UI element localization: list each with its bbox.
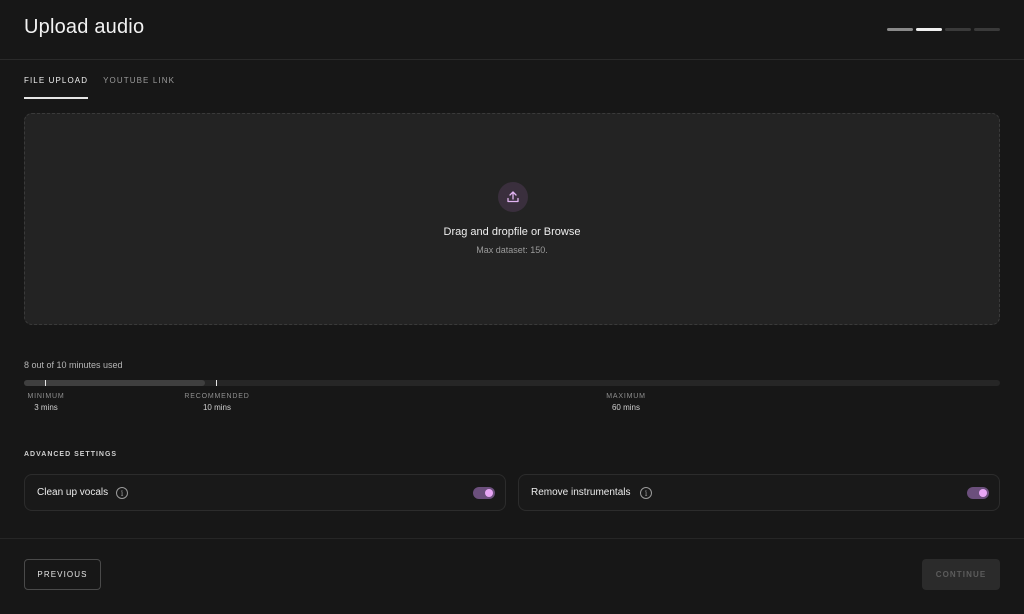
recommended-label: RECOMMENDED (184, 393, 250, 400)
info-icon[interactable]: i (640, 487, 652, 499)
maximum-marker: MAXIMUM 60 mins (586, 393, 666, 412)
header: Upload audio (0, 0, 1024, 60)
step-indicator-2 (916, 28, 942, 31)
footer: PREVIOUS CONTINUE (0, 538, 1024, 614)
file-dropzone[interactable]: Drag and dropfile or Browse Max dataset:… (24, 113, 1000, 325)
recommended-value: 10 mins (202, 403, 231, 412)
step-indicator-4 (974, 28, 1000, 31)
usage-summary: 8 out of 10 minutes used (24, 360, 123, 370)
page-title: Upload audio (24, 16, 145, 38)
setting-label: Clean up vocals (37, 487, 109, 498)
step-progress (887, 28, 1000, 31)
upload-tabs: FILE UPLOAD YOUTUBE LINK (24, 76, 175, 99)
setting-label: Remove instrumentals (531, 487, 631, 498)
minimum-value: 3 mins (34, 403, 58, 412)
step-indicator-3 (945, 28, 971, 31)
minimum-marker: MINIMUM 3 mins (6, 393, 86, 412)
info-icon[interactable]: i (116, 487, 128, 499)
minimum-tick (45, 380, 46, 386)
step-indicator-1 (887, 28, 913, 31)
setting-clean-up-vocals: Clean up vocals i (24, 474, 506, 511)
setting-remove-instrumentals: Remove instrumentals i (518, 474, 1000, 511)
maximum-value: 60 mins (611, 403, 640, 412)
toggle-knob (485, 489, 493, 497)
maximum-label: MAXIMUM (606, 393, 646, 400)
dropzone-subtitle: Max dataset: 150. (476, 245, 548, 255)
dropzone-title: Drag and dropfile or Browse (443, 226, 581, 238)
previous-button[interactable]: PREVIOUS (24, 559, 101, 590)
tab-file-upload[interactable]: FILE UPLOAD (24, 76, 89, 99)
recommended-tick (216, 380, 217, 386)
upload-button[interactable] (498, 182, 528, 212)
advanced-settings-heading: ADVANCED SETTINGS (24, 451, 118, 458)
recommended-marker: RECOMMENDED 10 mins (177, 393, 257, 412)
upload-audio-page: Upload audio FILE UPLOAD YOUTUBE LINK Dr… (0, 0, 1024, 614)
usage-bar (24, 380, 1000, 386)
minimum-label: MINIMUM (27, 393, 65, 400)
tab-youtube-link[interactable]: YOUTUBE LINK (103, 76, 175, 99)
usage-bar-fill (24, 380, 205, 386)
upload-icon (507, 191, 519, 203)
remove-instrumentals-toggle[interactable] (967, 487, 989, 499)
toggle-knob (979, 489, 987, 497)
clean-up-vocals-toggle[interactable] (473, 487, 495, 499)
continue-button[interactable]: CONTINUE (922, 559, 1000, 590)
